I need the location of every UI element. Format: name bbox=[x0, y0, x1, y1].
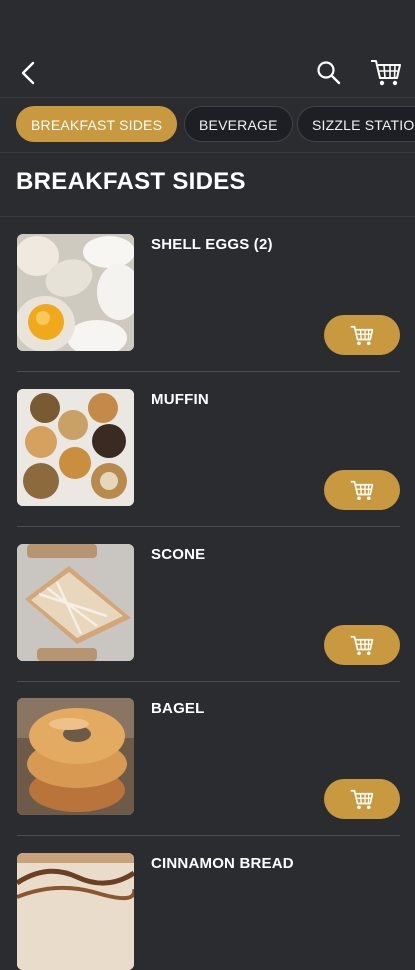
item-name: SCONE bbox=[151, 546, 205, 563]
list-item[interactable]: SCONE bbox=[0, 527, 415, 682]
list-item[interactable]: SHELL EGGS (2) bbox=[0, 217, 415, 372]
search-icon[interactable] bbox=[314, 58, 344, 88]
back-chevron-icon[interactable] bbox=[14, 58, 42, 88]
list-item[interactable]: MUFFIN bbox=[0, 372, 415, 527]
tab-beverage[interactable]: BEVERAGE bbox=[184, 106, 293, 142]
item-name: MUFFIN bbox=[151, 391, 209, 408]
section-title: BREAKFAST SIDES bbox=[16, 168, 246, 196]
cart-icon bbox=[348, 787, 376, 811]
item-image bbox=[17, 389, 134, 506]
list-item[interactable]: CINNAMON BREAD bbox=[0, 836, 415, 900]
item-name: SHELL EGGS (2) bbox=[151, 236, 273, 253]
cart-icon bbox=[348, 478, 376, 502]
item-image bbox=[17, 853, 134, 970]
add-to-cart-button[interactable] bbox=[324, 625, 400, 665]
cart-icon bbox=[348, 323, 376, 347]
item-name: CINNAMON BREAD bbox=[151, 855, 294, 872]
cart-icon[interactable] bbox=[369, 56, 403, 88]
item-name: BAGEL bbox=[151, 700, 205, 717]
list-item[interactable]: BAGEL bbox=[0, 681, 415, 836]
category-tabs: BREAKFAST SIDES BEVERAGE SIZZLE STATION bbox=[0, 98, 415, 153]
top-app-bar bbox=[0, 0, 415, 98]
tab-breakfast-sides[interactable]: BREAKFAST SIDES bbox=[16, 106, 177, 142]
item-image bbox=[17, 234, 134, 351]
item-image bbox=[17, 544, 134, 661]
add-to-cart-button[interactable] bbox=[324, 470, 400, 510]
cart-icon bbox=[348, 633, 376, 657]
tab-sizzle-station[interactable]: SIZZLE STATION bbox=[297, 106, 415, 142]
add-to-cart-button[interactable] bbox=[324, 779, 400, 819]
add-to-cart-button[interactable] bbox=[324, 315, 400, 355]
item-image bbox=[17, 698, 134, 815]
